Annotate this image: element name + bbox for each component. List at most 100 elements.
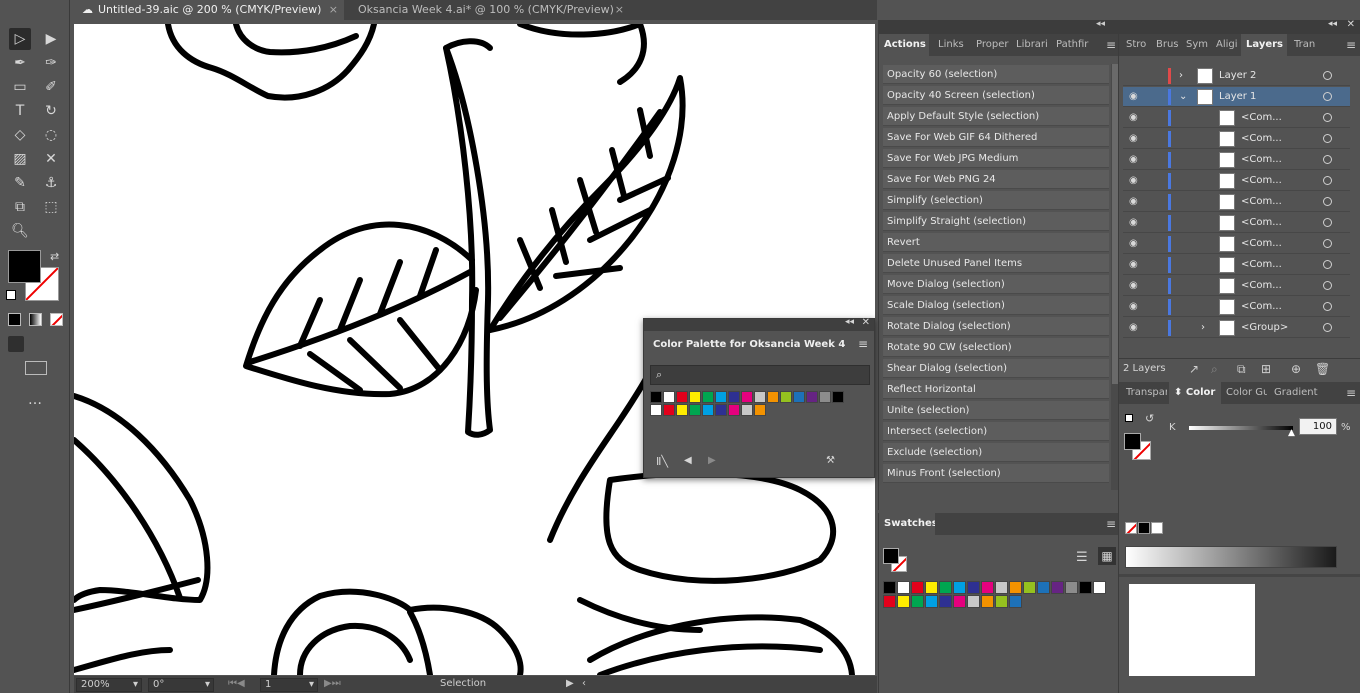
close-icon[interactable]: × — [329, 0, 338, 20]
action-item[interactable]: Opacity 60 (selection) — [883, 65, 1109, 84]
draw-normal-icon[interactable] — [8, 336, 24, 352]
swap-colors-icon[interactable]: ↺ — [1145, 412, 1154, 425]
action-item[interactable]: Save For Web GIF 64 Dithered — [883, 128, 1109, 147]
next-icon[interactable]: ▶ — [708, 455, 716, 466]
delete-layer-icon[interactable]: 🗑︎ — [1315, 362, 1330, 376]
action-item[interactable]: Revert — [883, 233, 1109, 252]
type-tool-icon[interactable]: T — [9, 100, 31, 122]
action-item[interactable]: Simplify Straight (selection) — [883, 212, 1109, 231]
none-mode-icon[interactable] — [50, 313, 63, 326]
sublayer-row[interactable]: ◉ <Com... — [1123, 108, 1350, 128]
swatch[interactable] — [1009, 581, 1022, 594]
swatch[interactable] — [1079, 581, 1092, 594]
swatch[interactable] — [925, 595, 938, 608]
action-item[interactable]: Reflect Horizontal — [883, 380, 1109, 399]
visibility-eye-icon[interactable]: ◉ — [1129, 108, 1143, 128]
default-colors-icon[interactable] — [6, 290, 16, 300]
swatch[interactable] — [897, 581, 910, 594]
panel-menu-icon[interactable]: ≡ — [858, 337, 868, 351]
target-circle-icon[interactable] — [1323, 92, 1332, 101]
target-circle-icon[interactable] — [1323, 239, 1332, 248]
swatch[interactable] — [939, 595, 952, 608]
visibility-eye-icon[interactable]: ◉ — [1129, 255, 1143, 275]
gradient-mode-icon[interactable] — [29, 313, 42, 326]
palette-swatch[interactable] — [741, 391, 753, 403]
swatch[interactable] — [981, 595, 994, 608]
tab-color-guide[interactable]: Color Gu — [1221, 382, 1267, 404]
rotation-field[interactable]: 0° ▾ — [148, 678, 214, 692]
draw-inside-icon[interactable] — [48, 336, 64, 352]
zoom-tool-icon[interactable]: 🔍︎ — [9, 220, 31, 242]
layer-row[interactable]: ◉ ⌄ Layer 1 — [1123, 87, 1350, 107]
palette-swatch[interactable] — [702, 391, 714, 403]
artboard-tool-icon[interactable]: ⬚ — [40, 196, 62, 218]
draw-behind-icon[interactable] — [28, 336, 44, 352]
action-item[interactable]: Exclude (selection) — [883, 443, 1109, 462]
black-color-icon[interactable] — [1138, 522, 1150, 534]
grid-view-icon[interactable]: ▦ — [1098, 547, 1116, 565]
target-circle-icon[interactable] — [1323, 134, 1332, 143]
close-icon[interactable]: ✕ — [862, 317, 870, 328]
action-item[interactable]: Scale Dialog (selection) — [883, 296, 1109, 315]
swatch[interactable] — [897, 595, 910, 608]
target-circle-icon[interactable] — [1323, 176, 1332, 185]
action-item[interactable]: Simplify (selection) — [883, 191, 1109, 210]
chevron-right-icon[interactable]: › — [1179, 66, 1183, 86]
none-color-icon[interactable] — [1125, 522, 1137, 534]
action-item[interactable]: Intersect (selection) — [883, 422, 1109, 441]
palette-search-input[interactable]: ⌕ — [650, 365, 870, 385]
panel-menu-icon[interactable]: ≡ — [1346, 34, 1356, 56]
fill-swatch[interactable] — [8, 250, 41, 283]
swatch[interactable] — [1093, 581, 1106, 594]
palette-swatch[interactable] — [780, 391, 792, 403]
sublayer-row[interactable]: ◉ <Com... — [1123, 234, 1350, 254]
action-item[interactable]: Save For Web PNG 24 — [883, 170, 1109, 189]
collapse-icon[interactable]: ◂◂ — [1096, 19, 1105, 29]
rotate-tool-icon[interactable]: ↻ — [40, 100, 62, 122]
action-item[interactable]: Apply Default Style (selection) — [883, 107, 1109, 126]
swatch[interactable] — [911, 595, 924, 608]
blob-brush-tool-icon[interactable]: ✎ — [9, 172, 31, 194]
target-circle-icon[interactable] — [1323, 281, 1332, 290]
swatch[interactable] — [1023, 581, 1036, 594]
status-menu-arrow-icon[interactable]: ▶ — [566, 678, 574, 689]
chevron-right-icon[interactable]: › — [1201, 318, 1205, 338]
sublayer-row[interactable]: ◉ <Com... — [1123, 150, 1350, 170]
sublayer-row[interactable]: ◉ <Com... — [1123, 255, 1350, 275]
tab-gradient[interactable]: Gradient — [1269, 382, 1321, 404]
libraries-menu-icon[interactable]: Ⅱ╲ — [656, 455, 668, 468]
palette-swatch[interactable] — [806, 391, 818, 403]
white-color-icon[interactable] — [1151, 522, 1163, 534]
action-item[interactable]: Unite (selection) — [883, 401, 1109, 420]
new-layer-icon[interactable]: ⊕ — [1291, 362, 1301, 376]
first-artboard-icon[interactable]: ⏮◀ — [228, 678, 256, 689]
visibility-eye-icon[interactable]: ◉ — [1129, 192, 1143, 212]
tab-actions[interactable]: Actions — [879, 34, 929, 56]
previous-icon[interactable]: ◀ — [684, 455, 692, 466]
palette-swatch[interactable] — [689, 404, 701, 416]
sublayer-row[interactable]: ◉ › <Group> — [1123, 318, 1350, 338]
color-fill-swatch[interactable] — [1124, 433, 1141, 450]
sublayer-row[interactable]: ◉ <Com... — [1123, 171, 1350, 191]
target-circle-icon[interactable] — [1323, 113, 1332, 122]
palette-swatch[interactable] — [793, 391, 805, 403]
palette-swatch[interactable] — [676, 404, 688, 416]
action-item[interactable]: Rotate 90 CW (selection) — [883, 338, 1109, 357]
target-circle-icon[interactable] — [1323, 323, 1332, 332]
layer-row[interactable]: › Layer 2 — [1123, 66, 1350, 86]
palette-swatch[interactable] — [650, 404, 662, 416]
tab-transform[interactable]: Tran — [1289, 34, 1323, 56]
sublayer-row[interactable]: ◉ <Com... — [1123, 276, 1350, 296]
palette-swatch[interactable] — [728, 391, 740, 403]
eraser-tool-icon[interactable]: ◇ — [9, 124, 31, 146]
panel-menu-icon[interactable]: ≡ — [1346, 382, 1356, 404]
clipping-mask-icon[interactable]: ⧉ — [1237, 362, 1246, 377]
swatches-fill-icon[interactable] — [883, 548, 899, 564]
visibility-eye-icon[interactable]: ◉ — [1129, 318, 1143, 338]
swatch[interactable] — [953, 581, 966, 594]
action-item[interactable]: Rotate Dialog (selection) — [883, 317, 1109, 336]
action-item[interactable]: Opacity 40 Screen (selection) — [883, 86, 1109, 105]
target-circle-icon[interactable] — [1323, 260, 1332, 269]
palette-swatch[interactable] — [832, 391, 844, 403]
palette-swatch[interactable] — [715, 404, 727, 416]
